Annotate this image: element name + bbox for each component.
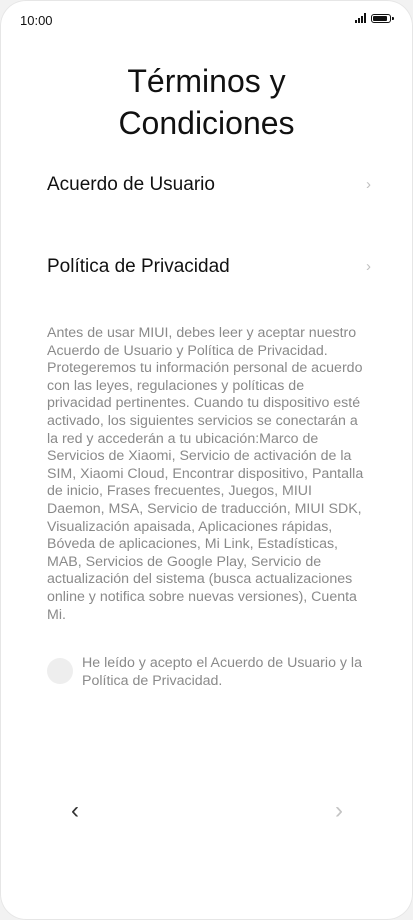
chevron-right-icon: › [335, 797, 343, 824]
agree-label: He leído y acepto el Acuerdo de Usuario … [82, 655, 362, 689]
status-time: 10:00 [20, 13, 53, 28]
user-agreement-label: Acuerdo de Usuario [47, 174, 215, 195]
chevron-left-icon: ‹ [71, 797, 79, 824]
status-bar: 10:00 [0, 0, 413, 40]
battery-icon [371, 14, 394, 23]
back-button[interactable]: ‹ [60, 796, 90, 826]
agree-row[interactable]: He leído y acepto el Acuerdo de Usuario … [47, 654, 377, 694]
privacy-policy-label: Política de Privacidad [47, 256, 230, 277]
chevron-right-icon: › [366, 258, 371, 275]
chevron-right-icon: › [366, 176, 371, 193]
signal-icon [355, 13, 366, 23]
user-agreement-item[interactable]: Acuerdo de Usuario › [0, 158, 413, 218]
terms-info-text: Antes de usar MIUI, debes leer y aceptar… [47, 325, 364, 623]
next-button[interactable]: › [324, 796, 354, 826]
agree-checkbox[interactable] [47, 658, 73, 684]
privacy-policy-item[interactable]: Política de Privacidad › [0, 240, 413, 300]
terms-screen: 10:00 Términos y Condiciones Acuerdo de … [0, 0, 413, 920]
page-title-line-1: Términos y [127, 63, 286, 99]
page-title: Términos y Condiciones [0, 60, 413, 144]
page-title-line-2: Condiciones [118, 105, 295, 141]
status-icons [355, 13, 394, 23]
